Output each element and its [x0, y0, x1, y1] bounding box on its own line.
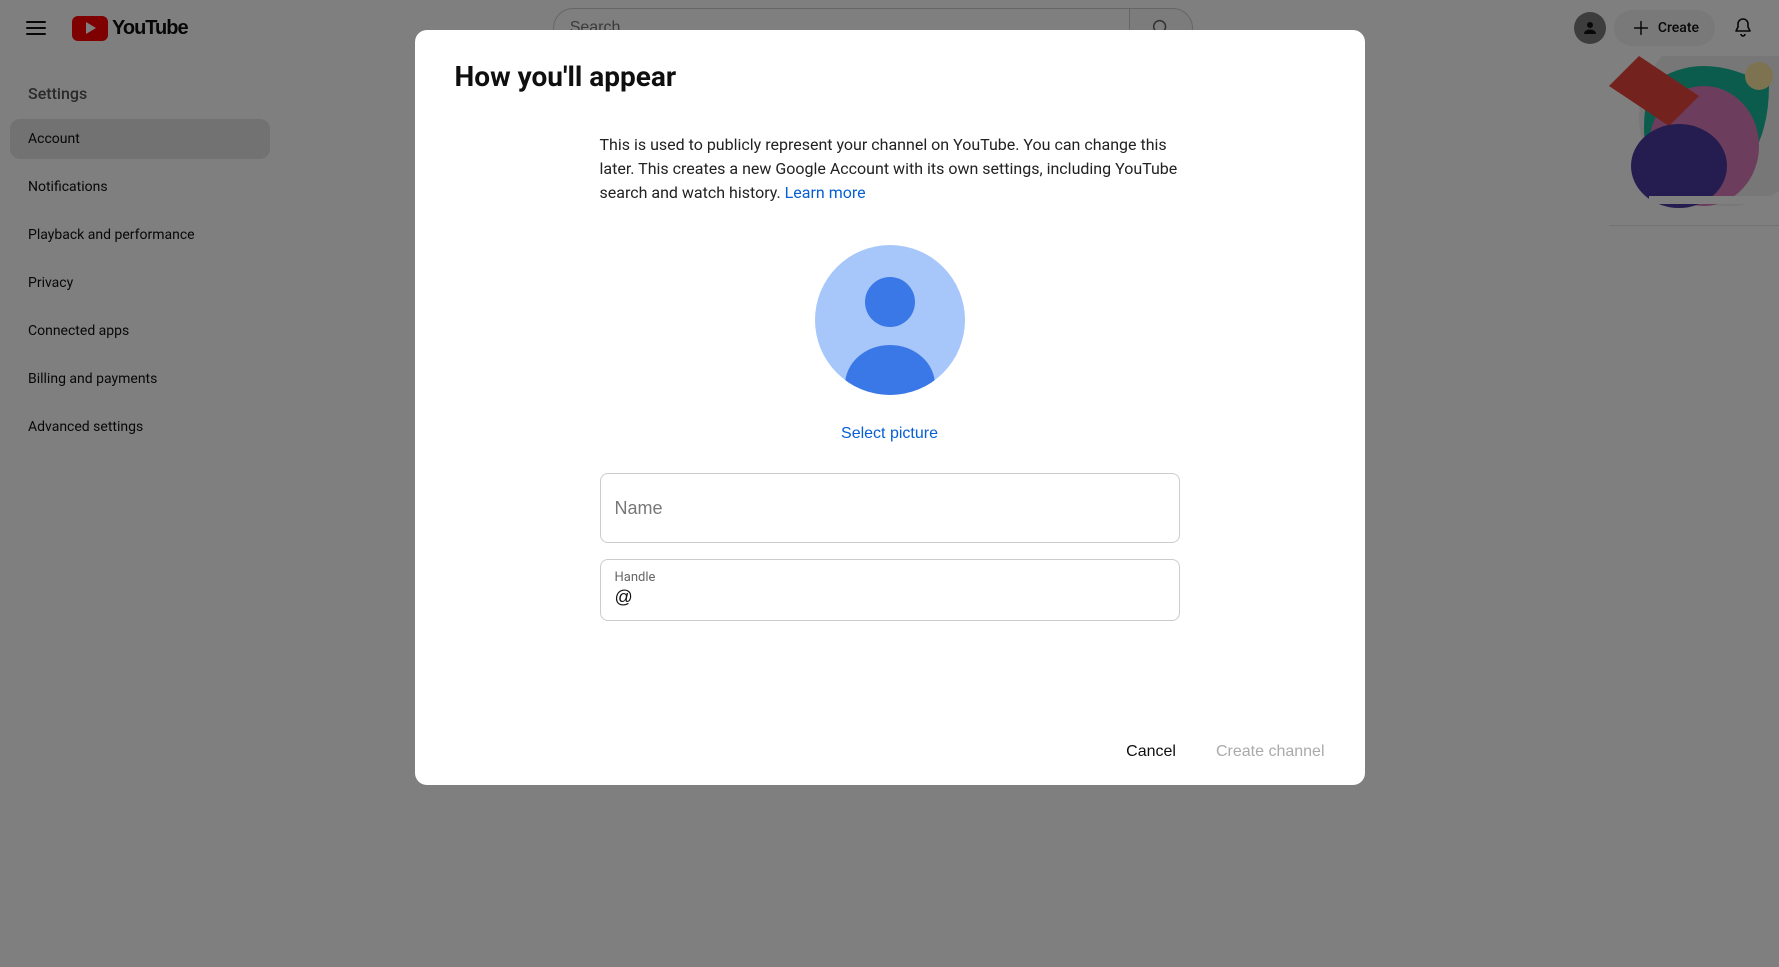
select-picture-button[interactable]: Select picture	[841, 425, 938, 443]
create-channel-button[interactable]: Create channel	[1216, 743, 1325, 761]
learn-more-link[interactable]: Learn more	[785, 183, 866, 202]
dialog-actions: Cancel Create channel	[415, 723, 1365, 785]
dialog-scroll-area[interactable]: How you'll appear This is used to public…	[415, 30, 1365, 723]
cancel-button[interactable]: Cancel	[1126, 743, 1176, 761]
dialog-title: How you'll appear	[455, 60, 1325, 93]
modal-overlay: How you'll appear This is used to public…	[0, 0, 1779, 967]
name-input[interactable]	[615, 496, 1165, 521]
create-channel-dialog: How you'll appear This is used to public…	[415, 30, 1365, 785]
handle-input[interactable]	[615, 585, 1165, 610]
avatar-placeholder-icon	[815, 245, 965, 395]
dialog-description: This is used to publicly represent your …	[600, 133, 1180, 205]
name-field[interactable]	[600, 473, 1180, 543]
handle-field[interactable]: Handle	[600, 559, 1180, 621]
handle-label: Handle	[615, 570, 1165, 585]
